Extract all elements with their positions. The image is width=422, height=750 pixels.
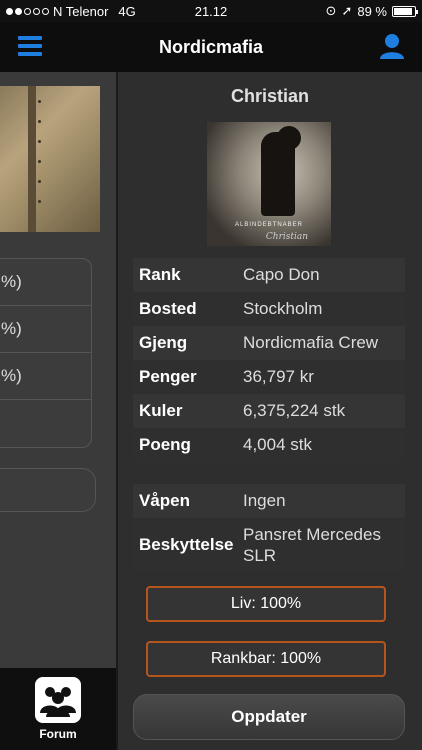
tab-forum-label[interactable]: Forum: [39, 727, 76, 741]
side-menu-list: %) %) %): [0, 258, 92, 448]
page-title: Nordicmafia: [158, 36, 264, 57]
stat-label: Våpen: [139, 491, 191, 510]
table-row: Penger 36,797 kr: [133, 360, 405, 394]
status-bar: N Telenor 4G 21.12 ⊙ ➚ 89 %: [0, 0, 422, 22]
table-row: Rank Capo Don: [133, 258, 405, 292]
user-icon[interactable]: [378, 32, 406, 60]
stat-value: 6,375,224 stk: [243, 401, 346, 420]
stat-value: Ingen: [243, 491, 286, 510]
update-button[interactable]: Oppdater: [133, 694, 405, 740]
stat-label: Kuler: [139, 401, 183, 420]
network-label: 4G: [118, 3, 136, 19]
table-row: Gjeng Nordicmafia Crew: [133, 326, 405, 360]
stat-value: Nordicmafia Crew: [243, 333, 379, 352]
equipment-table: Våpen Ingen Beskyttelse Pansret Mercedes…: [133, 484, 405, 572]
profile-panel: Christian ALBINDEBTNABER Christian Rank …: [118, 72, 422, 750]
list-item[interactable]: %): [0, 353, 91, 400]
stat-label: Rank: [139, 265, 181, 284]
stat-value: Capo Don: [243, 265, 320, 284]
list-item[interactable]: %): [0, 306, 91, 353]
location-icon: ➚: [341, 3, 353, 18]
health-bar-button[interactable]: Liv: 100%: [146, 586, 386, 622]
table-row: Våpen Ingen: [133, 484, 405, 518]
menu-icon[interactable]: [18, 36, 42, 56]
stat-value: Pansret Mercedes SLR: [243, 525, 381, 565]
vault-image: [0, 86, 100, 232]
stat-value: Stockholm: [243, 299, 323, 318]
nav-bar: Nordicmafia: [0, 22, 422, 72]
status-right: ⊙ ➚ 89 %: [325, 3, 418, 19]
rankbar-button[interactable]: Rankbar: 100%: [146, 641, 386, 677]
forum-icon[interactable]: [35, 677, 81, 723]
player-avatar: ALBINDEBTNABER Christian: [207, 122, 331, 246]
side-menu-panel: %) %) %) Forum: [0, 72, 116, 750]
stat-value: 4,004 stk: [243, 435, 312, 454]
stat-label: Poeng: [139, 435, 191, 454]
stats-table: Rank Capo Don Bosted Stockholm Gjeng Nor…: [133, 258, 405, 462]
stat-label: Beskyttelse: [139, 535, 234, 554]
player-name: Christian: [230, 86, 309, 106]
table-row: Kuler 6,375,224 stk: [133, 394, 405, 428]
stat-value: 36,797 kr: [243, 367, 314, 386]
table-row: Beskyttelse Pansret Mercedes SLR: [133, 518, 405, 572]
table-row: Bosted Stockholm: [133, 292, 405, 326]
table-row: Poeng 4,004 stk: [133, 428, 405, 462]
avatar-caption: ALBINDEBTNABER: [234, 222, 303, 228]
list-item[interactable]: [0, 400, 91, 447]
signal-icon: [6, 7, 49, 15]
tab-bar: Forum: [0, 668, 116, 750]
stat-label: Penger: [139, 367, 197, 386]
side-menu-button[interactable]: [0, 468, 96, 512]
battery-label: 89 %: [357, 3, 387, 19]
stat-label: Gjeng: [139, 333, 188, 352]
battery-icon: [392, 5, 418, 17]
carrier-label: N Telenor: [53, 3, 109, 19]
rotation-lock-icon: ⊙: [325, 3, 337, 18]
status-left: N Telenor 4G: [6, 4, 326, 19]
stat-label: Bosted: [139, 299, 197, 318]
list-item[interactable]: %): [0, 259, 91, 306]
avatar-signature: Christian: [265, 232, 309, 242]
